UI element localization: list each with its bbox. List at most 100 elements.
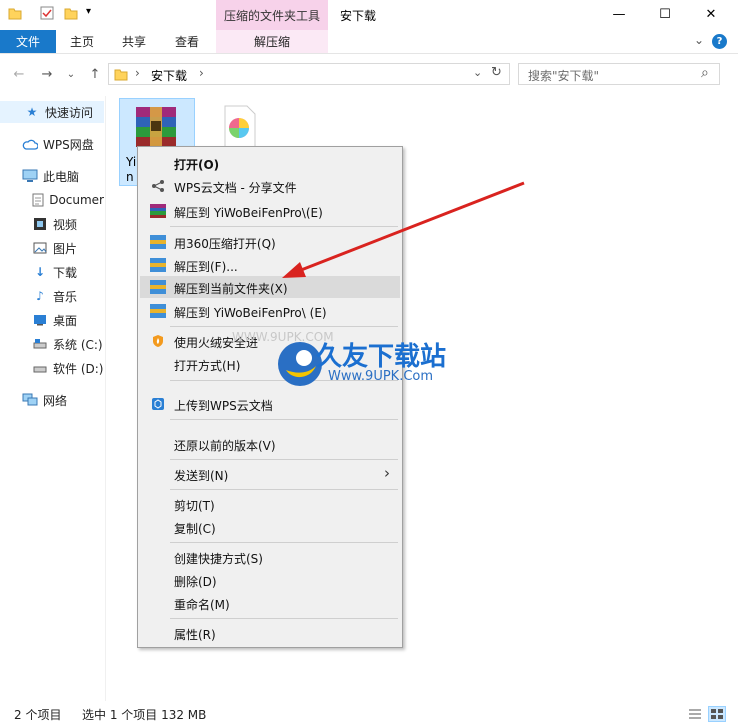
menu-separator bbox=[170, 419, 398, 420]
download-icon: ↓ bbox=[34, 265, 46, 279]
sidebar-item-drive-d[interactable]: 软件 (D:) bbox=[0, 357, 104, 379]
menu-separator bbox=[170, 459, 398, 460]
menu-item-label: 用360压缩打开(Q) bbox=[174, 237, 276, 251]
context-tab-header: 压缩的文件夹工具 bbox=[216, 0, 328, 30]
computer-icon bbox=[22, 168, 38, 184]
recent-locations-button[interactable]: ⌄ bbox=[62, 64, 80, 84]
tab-share[interactable]: 共享 bbox=[110, 30, 158, 53]
refresh-icon[interactable]: ↻ bbox=[491, 65, 502, 80]
forward-button[interactable]: → bbox=[38, 64, 56, 84]
file-label: n bbox=[126, 170, 134, 184]
status-bar: 2 个项目 选中 1 个项目 132 MB bbox=[0, 702, 738, 726]
back-button[interactable]: ← bbox=[10, 64, 28, 84]
menu-item-label: 剪切(T) bbox=[174, 499, 215, 513]
menu-item-restore-versions[interactable]: 还原以前的版本(V) bbox=[140, 433, 400, 455]
winrar-icon bbox=[150, 203, 166, 219]
properties-icon[interactable] bbox=[40, 6, 54, 20]
watermark-logo: 久友下载站 Www.9UPK.Com WWW.9UPK.COM bbox=[232, 330, 472, 396]
breadcrumb-separator-icon[interactable]: › bbox=[199, 66, 204, 80]
qat-dropdown-icon[interactable]: ▾ bbox=[86, 6, 91, 17]
context-menu: 打开(O) WPS云文档 - 分享文件 解压到 YiWoBeiFenPro\(E… bbox=[137, 146, 403, 648]
menu-separator bbox=[170, 542, 398, 543]
menu-item-label: 发送到(N) bbox=[174, 469, 229, 483]
sidebar-item-documents[interactable]: Documer bbox=[0, 189, 104, 211]
sidebar-item-label: 网络 bbox=[43, 393, 68, 408]
desktop-icon bbox=[32, 312, 48, 328]
sidebar-item-downloads[interactable]: ↓ 下载 bbox=[0, 261, 104, 283]
large-icons-view-icon[interactable] bbox=[708, 706, 726, 722]
menu-separator bbox=[170, 226, 398, 227]
sidebar-item-videos[interactable]: 视频 bbox=[0, 213, 104, 235]
address-bar-row: ← → ⌄ ↑ › 安下载 › ⌄ ↻ 搜索"安下载" ⌕ bbox=[0, 60, 738, 88]
menu-item-properties[interactable]: 属性(R) bbox=[140, 622, 400, 644]
sidebar-item-drive-c[interactable]: 系统 (C:) bbox=[0, 333, 104, 355]
sidebar-item-this-pc[interactable]: 此电脑 bbox=[0, 165, 104, 187]
up-button[interactable]: ↑ bbox=[86, 64, 104, 84]
sidebar-item-label: Documer bbox=[49, 193, 104, 207]
submenu-arrow-icon: › bbox=[384, 464, 390, 482]
minimize-button[interactable]: — bbox=[596, 0, 642, 28]
file-label: Yi bbox=[126, 155, 137, 169]
sidebar-item-quick-access[interactable]: ★ 快速访问 bbox=[0, 101, 104, 123]
menu-item-open-360[interactable]: 用360压缩打开(Q) bbox=[140, 231, 400, 253]
menu-item-extract-winrar[interactable]: 解压到 YiWoBeiFenPro\(E) bbox=[140, 200, 400, 222]
title-bar: ▾ 压缩的文件夹工具 安下载 — ☐ ✕ bbox=[0, 0, 738, 30]
breadcrumb-separator-icon[interactable]: › bbox=[135, 66, 140, 80]
menu-item-label: 解压到(F)... bbox=[174, 260, 238, 274]
archive-360-icon bbox=[150, 303, 166, 319]
menu-item-copy[interactable]: 复制(C) bbox=[140, 516, 400, 538]
wps-cloud-icon bbox=[150, 396, 166, 412]
tab-extract[interactable]: 解压缩 bbox=[216, 30, 328, 53]
sidebar-item-label: 桌面 bbox=[53, 313, 78, 328]
address-box[interactable]: › 安下载 › ⌄ ↻ bbox=[108, 63, 510, 85]
menu-item-upload-wps[interactable]: 上传到WPS云文档 bbox=[140, 393, 400, 415]
menu-item-rename[interactable]: 重命名(M) bbox=[140, 592, 400, 614]
search-icon[interactable]: ⌕ bbox=[701, 65, 709, 81]
network-icon bbox=[22, 392, 38, 408]
search-input[interactable]: 搜索"安下载" ⌕ bbox=[518, 63, 720, 85]
help-icon[interactable]: ? bbox=[712, 34, 727, 49]
sidebar-item-label: 软件 (D:) bbox=[53, 361, 104, 376]
sidebar-item-wps-cloud[interactable]: WPS网盘 bbox=[0, 133, 104, 155]
watermark-url: Www.9UPK.Com bbox=[328, 369, 434, 384]
maximize-button[interactable]: ☐ bbox=[642, 0, 688, 28]
document-icon bbox=[32, 192, 44, 208]
details-view-icon[interactable] bbox=[688, 708, 702, 723]
folder-icon[interactable] bbox=[8, 6, 22, 20]
menu-item-extract-here[interactable]: 解压到当前文件夹(X) bbox=[140, 276, 400, 298]
sidebar-item-label: 下载 bbox=[53, 265, 78, 280]
drive-icon bbox=[32, 336, 48, 352]
sidebar-item-pictures[interactable]: 图片 bbox=[0, 237, 104, 259]
sidebar-item-label: 图片 bbox=[53, 241, 78, 256]
folder-icon bbox=[114, 67, 128, 84]
ribbon-expand-icon[interactable]: ⌄ bbox=[694, 33, 704, 47]
sidebar-item-label: 音乐 bbox=[53, 289, 78, 304]
new-folder-icon[interactable] bbox=[64, 6, 78, 20]
tab-file[interactable]: 文件 bbox=[0, 30, 56, 53]
sidebar-item-music[interactable]: ♪ 音乐 bbox=[0, 285, 104, 307]
menu-item-label: 还原以前的版本(V) bbox=[174, 439, 276, 453]
menu-item-extract-folder-360[interactable]: 解压到 YiWoBeiFenPro\ (E) bbox=[140, 300, 400, 322]
menu-item-create-shortcut[interactable]: 创建快捷方式(S) bbox=[140, 546, 400, 568]
breadcrumb[interactable]: 安下载 bbox=[151, 67, 187, 84]
close-button[interactable]: ✕ bbox=[688, 0, 734, 28]
menu-item-label: 创建快捷方式(S) bbox=[174, 552, 263, 566]
sidebar-item-desktop[interactable]: 桌面 bbox=[0, 309, 104, 331]
sidebar-item-label: 此电脑 bbox=[43, 169, 80, 184]
sidebar-item-label: 系统 (C:) bbox=[53, 337, 103, 352]
menu-item-cut[interactable]: 剪切(T) bbox=[140, 493, 400, 515]
menu-item-send-to[interactable]: 发送到(N) › bbox=[140, 463, 400, 485]
sidebar-item-label: WPS网盘 bbox=[43, 137, 94, 152]
tab-view[interactable]: 查看 bbox=[162, 30, 212, 53]
menu-item-wps-share[interactable]: WPS云文档 - 分享文件 bbox=[140, 175, 400, 197]
sidebar-item-network[interactable]: 网络 bbox=[0, 389, 104, 411]
star-icon: ★ bbox=[26, 105, 38, 119]
watermark-brand: 久友下载站 bbox=[316, 342, 447, 372]
menu-item-open[interactable]: 打开(O) bbox=[140, 152, 400, 174]
menu-item-label: 打开(O) bbox=[174, 158, 220, 172]
menu-item-extract-to[interactable]: 解压到(F)... bbox=[140, 254, 400, 276]
address-dropdown-icon[interactable]: ⌄ bbox=[473, 66, 482, 79]
archive-360-icon bbox=[150, 234, 166, 250]
tab-home[interactable]: 主页 bbox=[58, 30, 106, 53]
menu-item-delete[interactable]: 删除(D) bbox=[140, 569, 400, 591]
